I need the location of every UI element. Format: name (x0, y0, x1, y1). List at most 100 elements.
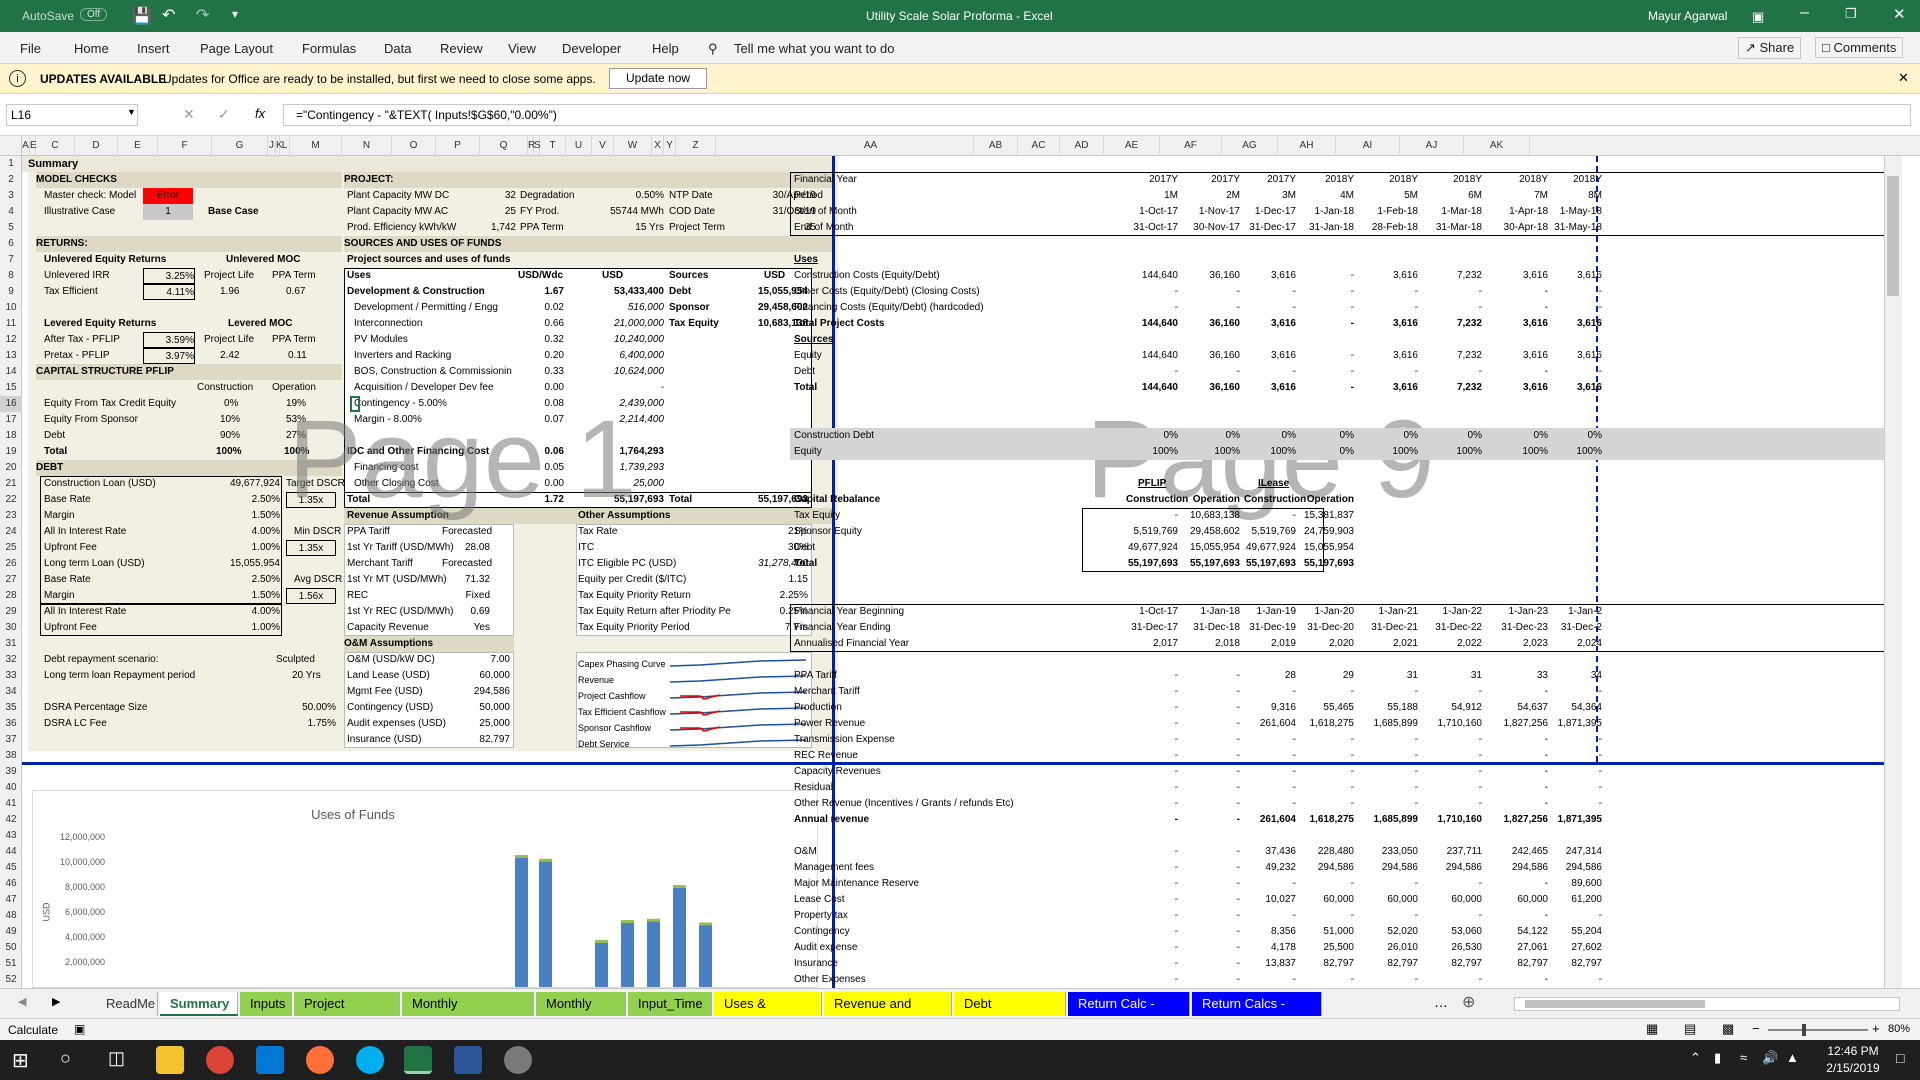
chart-bar[interactable] (647, 920, 660, 987)
margin-value-2[interactable]: 1.50% (202, 588, 280, 604)
word-icon[interactable] (454, 1046, 482, 1074)
chart-bar[interactable] (515, 857, 528, 987)
tab-data[interactable]: Data (384, 41, 411, 56)
oth-rows-value[interactable]: 2.25% (742, 588, 808, 604)
row-header-13[interactable]: 13 (0, 348, 22, 364)
oth-rows-value[interactable]: 1.15 (742, 572, 808, 588)
column-header-z[interactable]: Z (676, 136, 716, 156)
ribbon-display-icon[interactable]: ▣ (1752, 9, 1764, 25)
pretax-value[interactable]: 3.97% (143, 348, 195, 364)
battery-icon[interactable]: ▮ (1714, 1050, 1721, 1066)
customize-qat-icon[interactable]: ▾ (232, 7, 238, 21)
sheet-tab-readme[interactable]: ReadMe (96, 992, 158, 1016)
horizontal-scroll-thumb[interactable] (1525, 1000, 1705, 1008)
row-header-9[interactable]: 9 (0, 284, 22, 300)
sheet-tab-revenue-and-costs[interactable]: Revenue and Costs (824, 992, 952, 1035)
normal-view-icon[interactable]: ▦ (1646, 1021, 1658, 1037)
rev-rows-value[interactable]: Forecasted (442, 524, 492, 540)
more-sheets-icon[interactable]: … (1434, 994, 1448, 1010)
prod-efficiency-value[interactable]: 1,742 (482, 220, 516, 236)
row-header-18[interactable]: 18 (0, 428, 22, 444)
tray-chevron-icon[interactable]: ⌃ (1690, 1050, 1701, 1066)
master-check-value[interactable]: Error (143, 188, 193, 204)
zoom-in-icon[interactable]: + (1872, 1021, 1880, 1036)
sheet-tab-monthly-cost[interactable]: Monthly Cost (536, 992, 626, 1035)
om-rows-value[interactable]: 60,000 (462, 668, 510, 684)
row-header-42[interactable]: 42 (0, 812, 22, 828)
row-header-46[interactable]: 46 (0, 876, 22, 892)
ltl-repayment-period-value[interactable]: 20 Yrs (292, 668, 321, 684)
row-header-17[interactable]: 17 (0, 412, 22, 428)
long-term-loan-value[interactable]: 15,055,954 (202, 556, 280, 572)
page-break-view-icon[interactable]: ▩ (1722, 1021, 1734, 1037)
sheet-tab-debt-repayment[interactable]: Debt Repayment (954, 992, 1066, 1035)
row-header-14[interactable]: 14 (0, 364, 22, 380)
column-header-e[interactable]: E (118, 136, 158, 156)
zoom-slider-thumb[interactable] (1802, 1024, 1806, 1036)
row-header-23[interactable]: 23 (0, 508, 22, 524)
column-header-g[interactable]: G (212, 136, 268, 156)
insert-function-icon[interactable]: fx (255, 106, 265, 121)
row-header-52[interactable]: 52 (0, 972, 22, 988)
column-header-d[interactable]: D (75, 136, 118, 156)
column-header-l[interactable]: L (280, 136, 290, 156)
row-header-39[interactable]: 39 (0, 764, 22, 780)
row-header-1[interactable]: 1 (0, 156, 22, 172)
cancel-icon[interactable]: ✕ (183, 106, 195, 123)
chart-bar[interactable] (673, 887, 686, 987)
dsra-percentage-value[interactable]: 50.00% (272, 700, 336, 716)
outlook-icon[interactable] (256, 1046, 284, 1074)
row-header-7[interactable]: 7 (0, 252, 22, 268)
row-header-44[interactable]: 44 (0, 844, 22, 860)
wifi-icon[interactable]: ≈ (1740, 1050, 1747, 1065)
row-header-24[interactable]: 24 (0, 524, 22, 540)
tab-insert[interactable]: Insert (137, 41, 170, 56)
row-header-6[interactable]: 6 (0, 236, 22, 252)
row-header-5[interactable]: 5 (0, 220, 22, 236)
zoom-level[interactable]: 80% (1888, 1023, 1910, 1035)
sheet-tab-return-calc-pflip[interactable]: Return Calc - PFLIP (1068, 992, 1190, 1035)
om-rows-value[interactable]: 50,000 (462, 700, 510, 716)
save-icon[interactable]: 💾 (132, 6, 152, 26)
row-header-34[interactable]: 34 (0, 684, 22, 700)
rev-rows-value[interactable]: 28.08 (442, 540, 490, 556)
row-header-50[interactable]: 50 (0, 940, 22, 956)
column-header-ag[interactable]: AG (1222, 136, 1278, 156)
fy-prod-value[interactable]: 55744 MWh (582, 204, 664, 220)
column-header-ae[interactable]: AE (1104, 136, 1160, 156)
column-header-j[interactable]: J (268, 136, 276, 156)
next-sheet-icon[interactable]: ▶ (52, 995, 60, 1008)
settings-app-icon[interactable] (504, 1046, 532, 1074)
update-now-button[interactable]: Update now (609, 68, 708, 89)
row-header-25[interactable]: 25 (0, 540, 22, 556)
row-header-10[interactable]: 10 (0, 300, 22, 316)
row-header-33[interactable]: 33 (0, 668, 22, 684)
tax-efficient-value[interactable]: 4.11% (143, 284, 195, 300)
row-header-22[interactable]: 22 (0, 492, 22, 508)
tab-developer[interactable]: Developer (562, 41, 621, 56)
user-name[interactable]: Mayur Agarwal (1648, 9, 1727, 23)
ppa-term-value[interactable]: 15 Yrs (602, 220, 664, 236)
base-rate-value[interactable]: 2.50% (202, 492, 280, 508)
add-sheet-icon[interactable]: ⊕ (1462, 992, 1475, 1012)
uses-row-label[interactable]: PV Modules (354, 332, 408, 348)
uses-row-label[interactable]: Interconnection (354, 316, 422, 332)
row-header-49[interactable]: 49 (0, 924, 22, 940)
autosave-toggle[interactable]: Off (80, 8, 108, 21)
column-header-ai[interactable]: AI (1336, 136, 1400, 156)
construction-loan-value[interactable]: 49,677,924 (202, 476, 280, 492)
sheet-tab-inputs[interactable]: Inputs (240, 992, 292, 1016)
column-header-n[interactable]: N (342, 136, 392, 156)
dsra-lc-fee-value[interactable]: 1.75% (272, 716, 336, 732)
sheet-tab-project-budget[interactable]: Project Budget (294, 992, 400, 1035)
sheet-tab-return-calcs-inve[interactable]: Return Calcs - Inve (1192, 992, 1322, 1035)
tab-home[interactable]: Home (74, 41, 109, 56)
row-header-12[interactable]: 12 (0, 332, 22, 348)
row-header-38[interactable]: 38 (0, 748, 22, 764)
chart-bar[interactable] (621, 922, 634, 987)
row-header-21[interactable]: 21 (0, 476, 22, 492)
row-header-32[interactable]: 32 (0, 652, 22, 668)
column-header-o[interactable]: O (392, 136, 436, 156)
plant-capacity-dc-value[interactable]: 32 (482, 188, 516, 204)
column-header-ah[interactable]: AH (1278, 136, 1336, 156)
